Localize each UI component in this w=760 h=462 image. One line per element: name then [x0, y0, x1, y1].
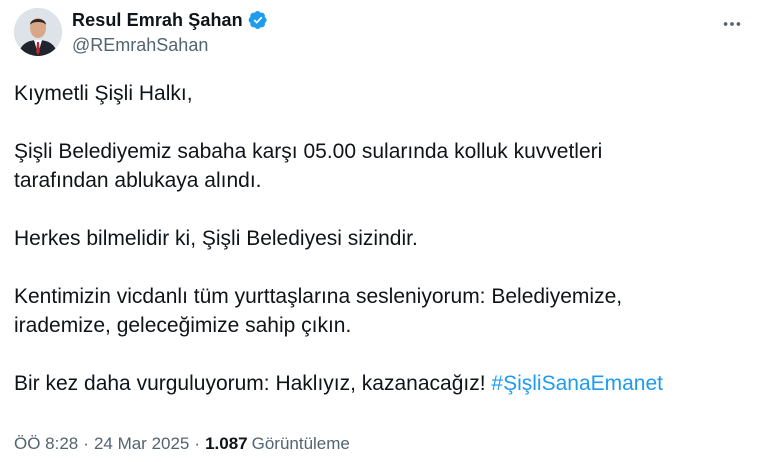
tweet-line: Kıymetli Şişli Halkı, — [14, 82, 193, 105]
meta-separator: · — [83, 434, 89, 453]
tweet-line: Şişli Belediyemiz sabaha karşı 05.00 sul… — [14, 140, 603, 163]
tweet-line-last: Bir kez daha vurguluyorum: Haklıyız, kaz… — [14, 369, 746, 398]
tweet-meta: ÖÖ 8:28 · 24 Mar 2025 · 1.087 Görüntülem… — [14, 432, 350, 456]
tweet-line: Kentimizin vicdanlı tüm yurttaşlarına se… — [14, 285, 623, 308]
tweet-card: Resul Emrah Şahan @REmrahSahan Kıymetli … — [0, 0, 760, 462]
ellipsis-icon — [723, 22, 741, 26]
author-info: Resul Emrah Şahan @REmrahSahan — [72, 8, 268, 57]
tweet-header: Resul Emrah Şahan @REmrahSahan — [14, 6, 746, 62]
tweet-line-text: Bir kez daha vurguluyorum: Haklıyız, kaz… — [14, 372, 492, 395]
hashtag-link[interactable]: #ŞişliSanaEmanet — [491, 372, 663, 395]
profile-photo-icon — [14, 8, 62, 56]
meta-separator: · — [194, 434, 201, 453]
verified-badge-icon[interactable] — [248, 10, 268, 30]
views-count: 1.087 — [205, 434, 248, 453]
tweet-text: Kıymetli Şişli Halkı, Şişli Belediyemiz … — [14, 79, 746, 398]
more-options-button[interactable] — [718, 14, 746, 34]
avatar[interactable] — [14, 8, 62, 56]
author-handle[interactable]: @REmrahSahan — [72, 33, 268, 57]
views-label: Görüntüleme — [251, 434, 350, 453]
tweet-line: Herkes bilmelidir ki, Şişli Belediyesi s… — [14, 227, 418, 250]
tweet-line: tarafından ablukaya alındı. — [14, 169, 262, 192]
tweet-time[interactable]: ÖÖ 8:28 — [14, 432, 78, 456]
tweet-line: irademize, geleceğimize sahip çıkın. — [14, 314, 352, 337]
tweet-date[interactable]: 24 Mar 2025 — [94, 432, 189, 456]
author-name[interactable]: Resul Emrah Şahan — [72, 8, 243, 32]
